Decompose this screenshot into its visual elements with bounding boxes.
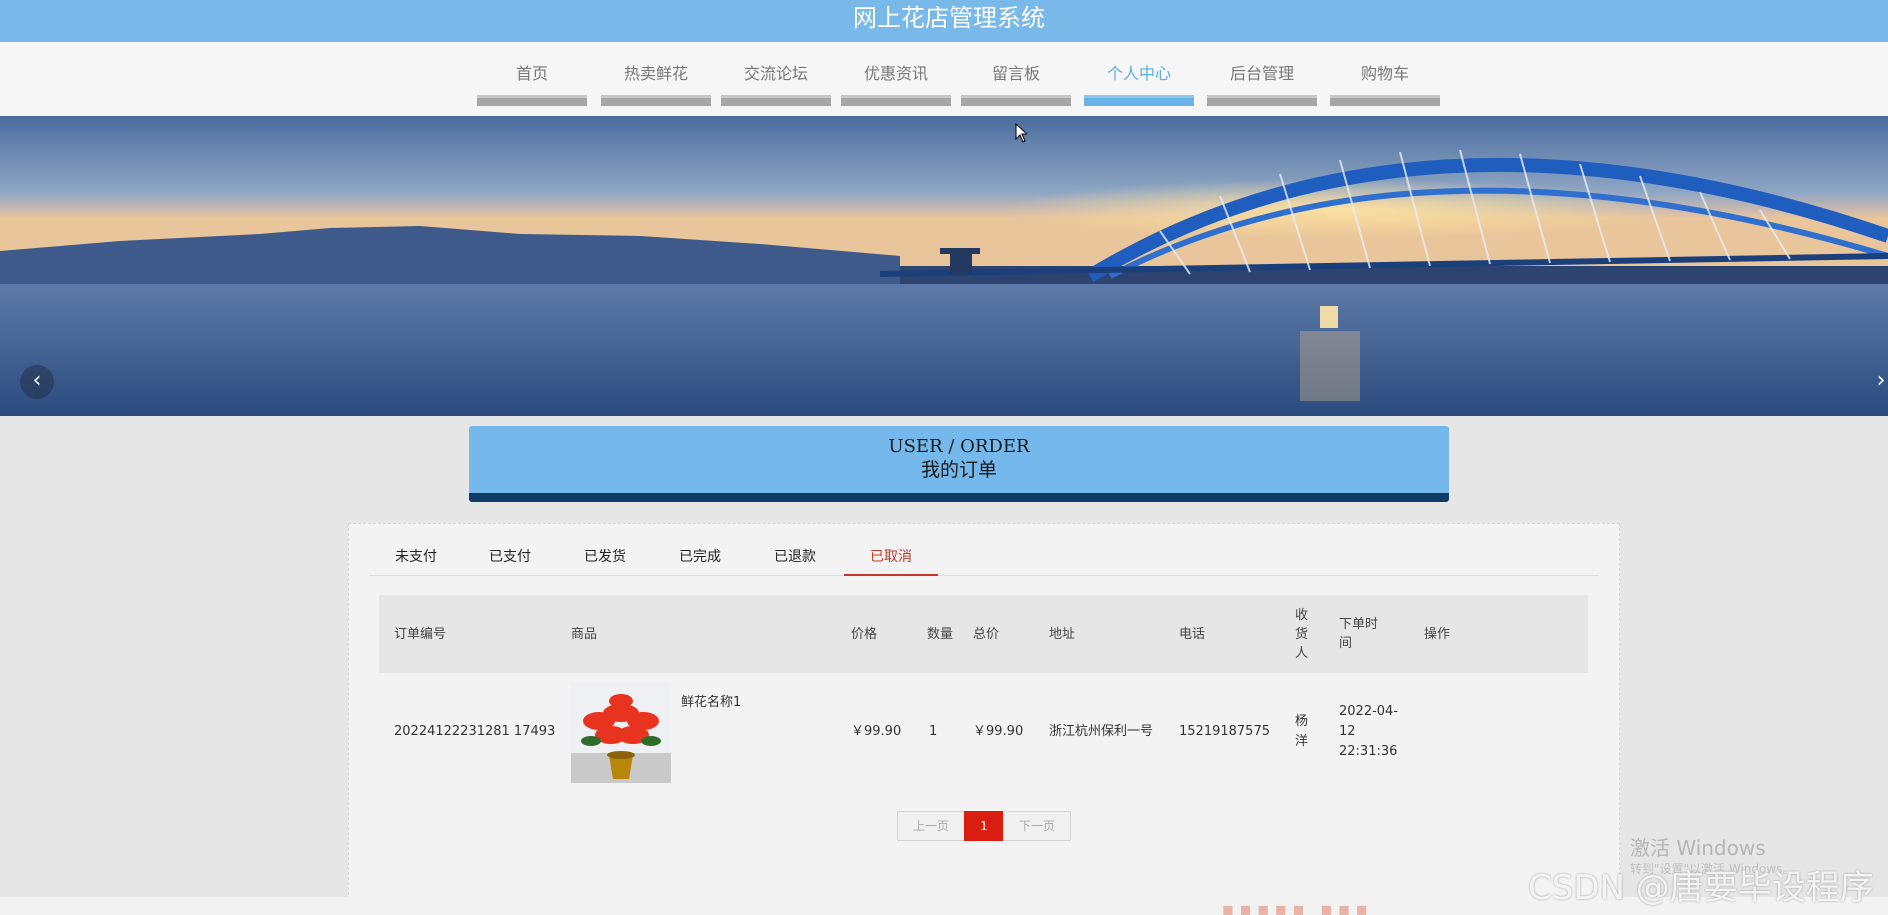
nav-item-label: 首页	[515, 64, 548, 83]
nav-item-cart[interactable]: 购物车	[1330, 60, 1440, 106]
nav-item-label: 后台管理	[1229, 64, 1294, 83]
section-title-zh: 我的订单	[920, 459, 997, 481]
order-time-cell: 2022-04-12 22:31:36	[1339, 704, 1399, 759]
nav-item-promotions[interactable]: 优惠资讯	[841, 60, 951, 106]
price-cell: ￥99.90	[851, 724, 902, 739]
banner-carousel: ‹ ›	[0, 116, 1888, 416]
column-header: 地址	[1049, 626, 1076, 642]
section-header: USER / ORDER 我的订单	[469, 426, 1449, 502]
nav-item-forum[interactable]: 交流论坛	[721, 60, 831, 106]
footer-tool-icons: ◼◼◼◼◼ ◼◼◼	[1222, 902, 1374, 915]
table-row: 20224122231281 17493 鲜花名称1 ￥99.90 1 ￥99.…	[379, 673, 1588, 791]
nav-underline	[1084, 95, 1194, 106]
column-header: 收货人	[1295, 607, 1309, 661]
total-cell: ￥99.90	[973, 724, 1024, 739]
column-header: 商品	[571, 626, 598, 642]
nav-item-label: 留言板	[991, 64, 1040, 83]
nav-underline	[477, 95, 587, 106]
section-title-en: USER / ORDER	[888, 436, 1030, 457]
order-number: 20224122231281 17493	[394, 724, 556, 739]
nav-item-label: 购物车	[1360, 64, 1409, 83]
site-title: 网上花店管理系统	[853, 4, 1045, 32]
product-thumbnail[interactable]	[571, 683, 671, 783]
nav-underline	[841, 95, 951, 106]
order-panel: 未支付 已支付 已发货 已完成 已退款 已取消 订单编号 商品 价格 数量 总价…	[348, 523, 1620, 915]
action-cell[interactable]	[1424, 673, 1484, 791]
column-header: 电话	[1179, 626, 1206, 642]
mouse-pointer-icon	[1015, 123, 1027, 143]
csdn-watermark: CSDN @唐要毕设程序	[1528, 868, 1874, 908]
table-header-row: 订单编号 商品 价格 数量 总价 地址 电话 收货人 下单时间 操作	[379, 595, 1588, 673]
tab-unpaid[interactable]: 未支付	[369, 544, 463, 576]
nav-item-label: 热卖鲜花	[623, 64, 688, 83]
nav-underline	[721, 95, 831, 106]
main-nav: 首页 热卖鲜花 交流论坛 优惠资讯 留言板 个人中心 后台管理 购物车	[0, 42, 1888, 116]
column-header: 总价	[973, 626, 1000, 642]
receiver-cell: 杨洋	[1295, 714, 1309, 749]
tab-shipped[interactable]: 已发货	[558, 544, 652, 576]
nav-item-admin[interactable]: 后台管理	[1207, 60, 1317, 106]
nav-item-personal-center[interactable]: 个人中心	[1084, 60, 1194, 106]
nav-item-label: 优惠资讯	[863, 64, 928, 83]
top-header-bar: 网上花店管理系统	[0, 0, 1888, 42]
tab-refunded[interactable]: 已退款	[748, 544, 842, 576]
column-header: 订单编号	[394, 626, 447, 642]
next-page-button[interactable]: 下一页	[1003, 811, 1071, 841]
carousel-prev-button[interactable]: ‹	[20, 365, 54, 399]
order-status-tabs: 未支付 已支付 已发货 已完成 已退款 已取消	[369, 544, 1599, 576]
nav-item-home[interactable]: 首页	[477, 60, 587, 106]
column-header: 数量	[927, 626, 954, 642]
page-1-button[interactable]: 1	[964, 811, 1004, 841]
nav-underline	[1207, 95, 1317, 106]
nav-item-label: 个人中心	[1106, 64, 1171, 83]
banner-image	[0, 116, 1888, 416]
nav-underline	[601, 95, 711, 106]
tab-completed[interactable]: 已完成	[653, 544, 747, 576]
column-header: 价格	[851, 626, 878, 642]
quantity-cell: 1	[929, 724, 938, 739]
product-name[interactable]: 鲜花名称1	[681, 691, 741, 710]
chevron-right-icon: ›	[1876, 368, 1886, 393]
phone-cell: 15219187575	[1179, 724, 1270, 739]
address-cell: 浙江杭州保利一号	[1049, 724, 1154, 739]
nav-item-label: 交流论坛	[743, 64, 808, 83]
nav-item-hot-flowers[interactable]: 热卖鲜花	[601, 60, 711, 106]
tab-cancelled[interactable]: 已取消	[844, 544, 938, 576]
chevron-left-icon: ‹	[32, 368, 42, 393]
nav-item-message-board[interactable]: 留言板	[961, 60, 1071, 106]
nav-underline	[961, 95, 1071, 106]
tab-paid[interactable]: 已支付	[463, 544, 557, 576]
nav-underline	[1330, 95, 1440, 106]
prev-page-button[interactable]: 上一页	[897, 811, 965, 841]
orders-table: 订单编号 商品 价格 数量 总价 地址 电话 收货人 下单时间 操作 20224…	[379, 595, 1588, 791]
windows-activation-watermark: 激活 Windows	[1630, 836, 1766, 860]
column-header: 下单时间	[1339, 617, 1379, 651]
column-header: 操作	[1424, 626, 1451, 642]
